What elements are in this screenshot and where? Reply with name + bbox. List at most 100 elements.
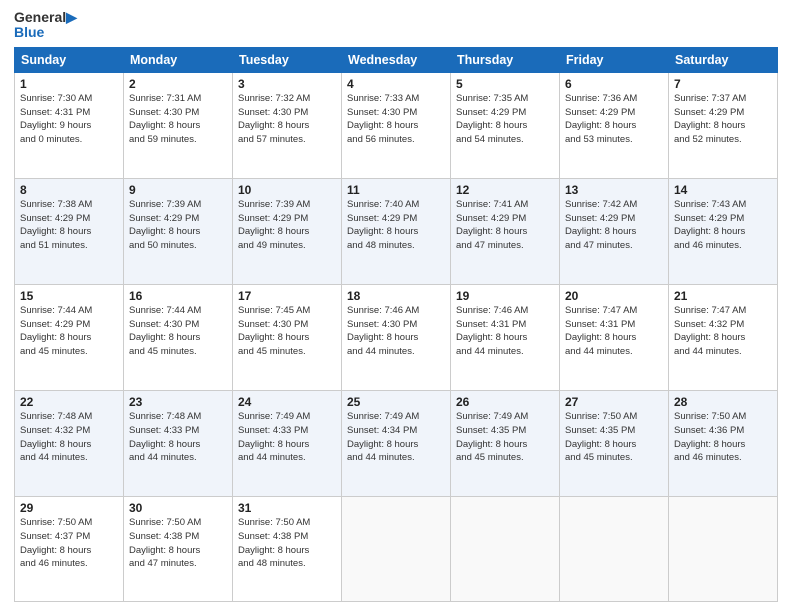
- day-info: Sunrise: 7:50 AM Sunset: 4:38 PM Dayligh…: [129, 516, 227, 571]
- calendar-header-cell: Saturday: [669, 47, 778, 72]
- calendar-week-row: 29Sunrise: 7:50 AM Sunset: 4:37 PM Dayli…: [15, 497, 778, 602]
- calendar-day-cell: 8Sunrise: 7:38 AM Sunset: 4:29 PM Daylig…: [15, 178, 124, 284]
- calendar-day-cell: 9Sunrise: 7:39 AM Sunset: 4:29 PM Daylig…: [124, 178, 233, 284]
- day-info: Sunrise: 7:46 AM Sunset: 4:31 PM Dayligh…: [456, 304, 554, 359]
- calendar-day-cell: 24Sunrise: 7:49 AM Sunset: 4:33 PM Dayli…: [233, 391, 342, 497]
- calendar-day-cell: 29Sunrise: 7:50 AM Sunset: 4:37 PM Dayli…: [15, 497, 124, 602]
- calendar-day-cell: 26Sunrise: 7:49 AM Sunset: 4:35 PM Dayli…: [451, 391, 560, 497]
- day-info: Sunrise: 7:40 AM Sunset: 4:29 PM Dayligh…: [347, 198, 445, 253]
- calendar-day-cell: 13Sunrise: 7:42 AM Sunset: 4:29 PM Dayli…: [560, 178, 669, 284]
- calendar-day-cell: 25Sunrise: 7:49 AM Sunset: 4:34 PM Dayli…: [342, 391, 451, 497]
- calendar-day-cell: [342, 497, 451, 602]
- day-number: 10: [238, 183, 336, 197]
- day-info: Sunrise: 7:47 AM Sunset: 4:32 PM Dayligh…: [674, 304, 772, 359]
- day-info: Sunrise: 7:44 AM Sunset: 4:30 PM Dayligh…: [129, 304, 227, 359]
- day-info: Sunrise: 7:47 AM Sunset: 4:31 PM Dayligh…: [565, 304, 663, 359]
- day-number: 21: [674, 289, 772, 303]
- day-info: Sunrise: 7:48 AM Sunset: 4:33 PM Dayligh…: [129, 410, 227, 465]
- day-number: 24: [238, 395, 336, 409]
- header: General▶ Blue: [14, 10, 778, 41]
- day-number: 23: [129, 395, 227, 409]
- day-info: Sunrise: 7:49 AM Sunset: 4:35 PM Dayligh…: [456, 410, 554, 465]
- day-info: Sunrise: 7:50 AM Sunset: 4:36 PM Dayligh…: [674, 410, 772, 465]
- calendar-day-cell: [451, 497, 560, 602]
- day-info: Sunrise: 7:37 AM Sunset: 4:29 PM Dayligh…: [674, 92, 772, 147]
- calendar-header-cell: Thursday: [451, 47, 560, 72]
- calendar-header-cell: Sunday: [15, 47, 124, 72]
- calendar-day-cell: 16Sunrise: 7:44 AM Sunset: 4:30 PM Dayli…: [124, 284, 233, 390]
- day-number: 9: [129, 183, 227, 197]
- calendar-day-cell: 15Sunrise: 7:44 AM Sunset: 4:29 PM Dayli…: [15, 284, 124, 390]
- calendar-day-cell: 1Sunrise: 7:30 AM Sunset: 4:31 PM Daylig…: [15, 72, 124, 178]
- calendar-day-cell: [560, 497, 669, 602]
- day-info: Sunrise: 7:44 AM Sunset: 4:29 PM Dayligh…: [20, 304, 118, 359]
- calendar-day-cell: 20Sunrise: 7:47 AM Sunset: 4:31 PM Dayli…: [560, 284, 669, 390]
- calendar-week-row: 15Sunrise: 7:44 AM Sunset: 4:29 PM Dayli…: [15, 284, 778, 390]
- day-number: 6: [565, 77, 663, 91]
- calendar-day-cell: 4Sunrise: 7:33 AM Sunset: 4:30 PM Daylig…: [342, 72, 451, 178]
- calendar-week-row: 8Sunrise: 7:38 AM Sunset: 4:29 PM Daylig…: [15, 178, 778, 284]
- day-number: 17: [238, 289, 336, 303]
- day-info: Sunrise: 7:30 AM Sunset: 4:31 PM Dayligh…: [20, 92, 118, 147]
- day-info: Sunrise: 7:46 AM Sunset: 4:30 PM Dayligh…: [347, 304, 445, 359]
- day-info: Sunrise: 7:39 AM Sunset: 4:29 PM Dayligh…: [129, 198, 227, 253]
- calendar-day-cell: 21Sunrise: 7:47 AM Sunset: 4:32 PM Dayli…: [669, 284, 778, 390]
- day-info: Sunrise: 7:36 AM Sunset: 4:29 PM Dayligh…: [565, 92, 663, 147]
- calendar-day-cell: 3Sunrise: 7:32 AM Sunset: 4:30 PM Daylig…: [233, 72, 342, 178]
- day-number: 5: [456, 77, 554, 91]
- day-info: Sunrise: 7:41 AM Sunset: 4:29 PM Dayligh…: [456, 198, 554, 253]
- day-info: Sunrise: 7:31 AM Sunset: 4:30 PM Dayligh…: [129, 92, 227, 147]
- day-info: Sunrise: 7:39 AM Sunset: 4:29 PM Dayligh…: [238, 198, 336, 253]
- day-info: Sunrise: 7:50 AM Sunset: 4:35 PM Dayligh…: [565, 410, 663, 465]
- calendar-header-cell: Tuesday: [233, 47, 342, 72]
- calendar-day-cell: 5Sunrise: 7:35 AM Sunset: 4:29 PM Daylig…: [451, 72, 560, 178]
- day-number: 27: [565, 395, 663, 409]
- logo: General▶ Blue: [14, 10, 77, 41]
- calendar-body: 1Sunrise: 7:30 AM Sunset: 4:31 PM Daylig…: [15, 72, 778, 601]
- day-number: 20: [565, 289, 663, 303]
- day-number: 12: [456, 183, 554, 197]
- calendar-week-row: 1Sunrise: 7:30 AM Sunset: 4:31 PM Daylig…: [15, 72, 778, 178]
- day-number: 28: [674, 395, 772, 409]
- calendar-day-cell: 23Sunrise: 7:48 AM Sunset: 4:33 PM Dayli…: [124, 391, 233, 497]
- day-info: Sunrise: 7:50 AM Sunset: 4:37 PM Dayligh…: [20, 516, 118, 571]
- logo-text: General▶ Blue: [14, 10, 77, 41]
- day-number: 13: [565, 183, 663, 197]
- day-number: 30: [129, 501, 227, 515]
- day-number: 29: [20, 501, 118, 515]
- day-info: Sunrise: 7:33 AM Sunset: 4:30 PM Dayligh…: [347, 92, 445, 147]
- day-number: 22: [20, 395, 118, 409]
- day-number: 3: [238, 77, 336, 91]
- day-info: Sunrise: 7:42 AM Sunset: 4:29 PM Dayligh…: [565, 198, 663, 253]
- calendar-day-cell: 31Sunrise: 7:50 AM Sunset: 4:38 PM Dayli…: [233, 497, 342, 602]
- day-info: Sunrise: 7:38 AM Sunset: 4:29 PM Dayligh…: [20, 198, 118, 253]
- day-number: 11: [347, 183, 445, 197]
- calendar-header-cell: Friday: [560, 47, 669, 72]
- day-info: Sunrise: 7:45 AM Sunset: 4:30 PM Dayligh…: [238, 304, 336, 359]
- calendar-day-cell: 2Sunrise: 7:31 AM Sunset: 4:30 PM Daylig…: [124, 72, 233, 178]
- calendar-day-cell: 17Sunrise: 7:45 AM Sunset: 4:30 PM Dayli…: [233, 284, 342, 390]
- day-number: 7: [674, 77, 772, 91]
- day-info: Sunrise: 7:49 AM Sunset: 4:33 PM Dayligh…: [238, 410, 336, 465]
- calendar-table: SundayMondayTuesdayWednesdayThursdayFrid…: [14, 47, 778, 602]
- day-number: 31: [238, 501, 336, 515]
- day-number: 16: [129, 289, 227, 303]
- calendar-day-cell: 27Sunrise: 7:50 AM Sunset: 4:35 PM Dayli…: [560, 391, 669, 497]
- day-info: Sunrise: 7:49 AM Sunset: 4:34 PM Dayligh…: [347, 410, 445, 465]
- day-info: Sunrise: 7:43 AM Sunset: 4:29 PM Dayligh…: [674, 198, 772, 253]
- calendar-header-cell: Monday: [124, 47, 233, 72]
- calendar-day-cell: 19Sunrise: 7:46 AM Sunset: 4:31 PM Dayli…: [451, 284, 560, 390]
- day-number: 15: [20, 289, 118, 303]
- day-number: 2: [129, 77, 227, 91]
- calendar-day-cell: 12Sunrise: 7:41 AM Sunset: 4:29 PM Dayli…: [451, 178, 560, 284]
- page: General▶ Blue SundayMondayTuesdayWednesd…: [0, 0, 792, 612]
- day-number: 14: [674, 183, 772, 197]
- calendar-day-cell: 28Sunrise: 7:50 AM Sunset: 4:36 PM Dayli…: [669, 391, 778, 497]
- calendar-week-row: 22Sunrise: 7:48 AM Sunset: 4:32 PM Dayli…: [15, 391, 778, 497]
- calendar-header-row: SundayMondayTuesdayWednesdayThursdayFrid…: [15, 47, 778, 72]
- day-info: Sunrise: 7:35 AM Sunset: 4:29 PM Dayligh…: [456, 92, 554, 147]
- day-info: Sunrise: 7:50 AM Sunset: 4:38 PM Dayligh…: [238, 516, 336, 571]
- calendar-day-cell: 11Sunrise: 7:40 AM Sunset: 4:29 PM Dayli…: [342, 178, 451, 284]
- calendar-header-cell: Wednesday: [342, 47, 451, 72]
- calendar-day-cell: 18Sunrise: 7:46 AM Sunset: 4:30 PM Dayli…: [342, 284, 451, 390]
